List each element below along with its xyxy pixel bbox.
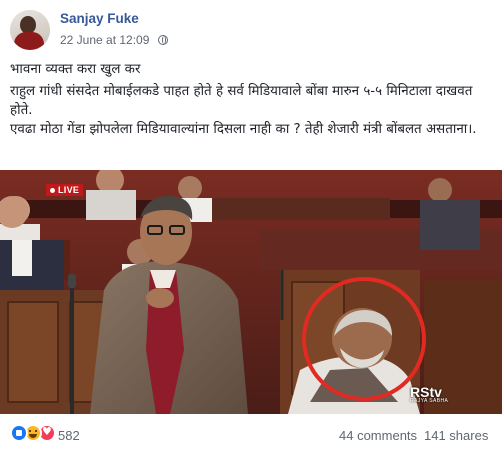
post-text: भावना व्यक्त करा खुल कर राहुल गांधी संसद…	[10, 60, 494, 139]
post-meta: 22 June at 12:09	[60, 33, 168, 47]
parliament-scene	[0, 170, 502, 414]
globe-icon	[157, 35, 168, 45]
live-badge: LIVE	[46, 184, 84, 196]
post-photo[interactable]	[0, 170, 502, 414]
live-label: LIVE	[58, 185, 80, 195]
shares-count[interactable]: 141 shares	[424, 428, 488, 443]
post-text-line: राहुल गांधी संसदेत मोबाईलकडे पाहत होते ह…	[10, 84, 473, 118]
post-text-line: भावना व्यक्त करा खुल कर	[10, 62, 141, 77]
channel-logo: RStv RAJYA SABHA	[410, 384, 448, 404]
facebook-post-card: Sanjay Fuke 22 June at 12:09 भावना व्यक्…	[0, 0, 502, 449]
post-text-line: एवढा मोठा गेंडा झोपलेला मिडियावाल्यांना …	[10, 122, 477, 137]
channel-subtitle: RAJYA SABHA	[410, 398, 449, 404]
post-footer: 582 44 comments 141 shares	[0, 414, 502, 449]
post-timestamp[interactable]: 22 June at 12:09	[60, 33, 149, 47]
reaction-count[interactable]: 582	[58, 428, 80, 443]
like-icon	[10, 424, 28, 442]
author-avatar[interactable]	[10, 10, 50, 50]
live-dot-icon	[50, 188, 55, 193]
author-name[interactable]: Sanjay Fuke	[60, 11, 139, 26]
comments-count[interactable]: 44 comments	[339, 428, 417, 443]
